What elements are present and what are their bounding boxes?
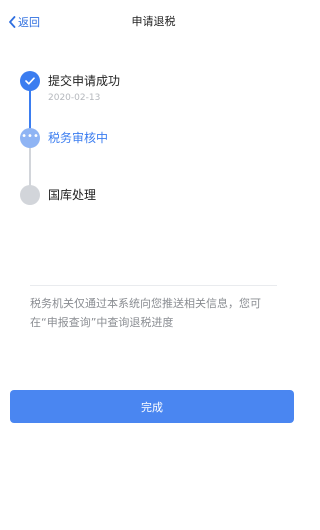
- section-divider: [30, 285, 277, 286]
- notice-text: 税务机关仅通过本系统向您推送相关信息，您可在“申报查询”中查询退税进度: [30, 297, 261, 329]
- step-label-reviewing: 税务审核中: [48, 131, 109, 145]
- step-label-treasury: 国库处理: [48, 188, 97, 202]
- empty-circle-icon: [20, 185, 40, 205]
- progress-timeline: 提交申请成功 2020-02-13 ••• 税务审核中 国库处理: [0, 60, 307, 220]
- top-nav-bar: 返回 申请退税: [0, 0, 307, 44]
- check-icon: [20, 71, 40, 91]
- more-dots-icon: •••: [20, 128, 40, 148]
- refund-progress-screen: 返回 申请退税 提交申请成功 2020-02-13 ••• 税务审核中 国库处理…: [0, 0, 307, 530]
- page-title: 申请退税: [131, 15, 176, 28]
- step-date-submitted: 2020-02-13: [48, 93, 101, 103]
- done-button[interactable]: 完成: [10, 390, 294, 423]
- step-label-submitted: 提交申请成功: [48, 74, 121, 88]
